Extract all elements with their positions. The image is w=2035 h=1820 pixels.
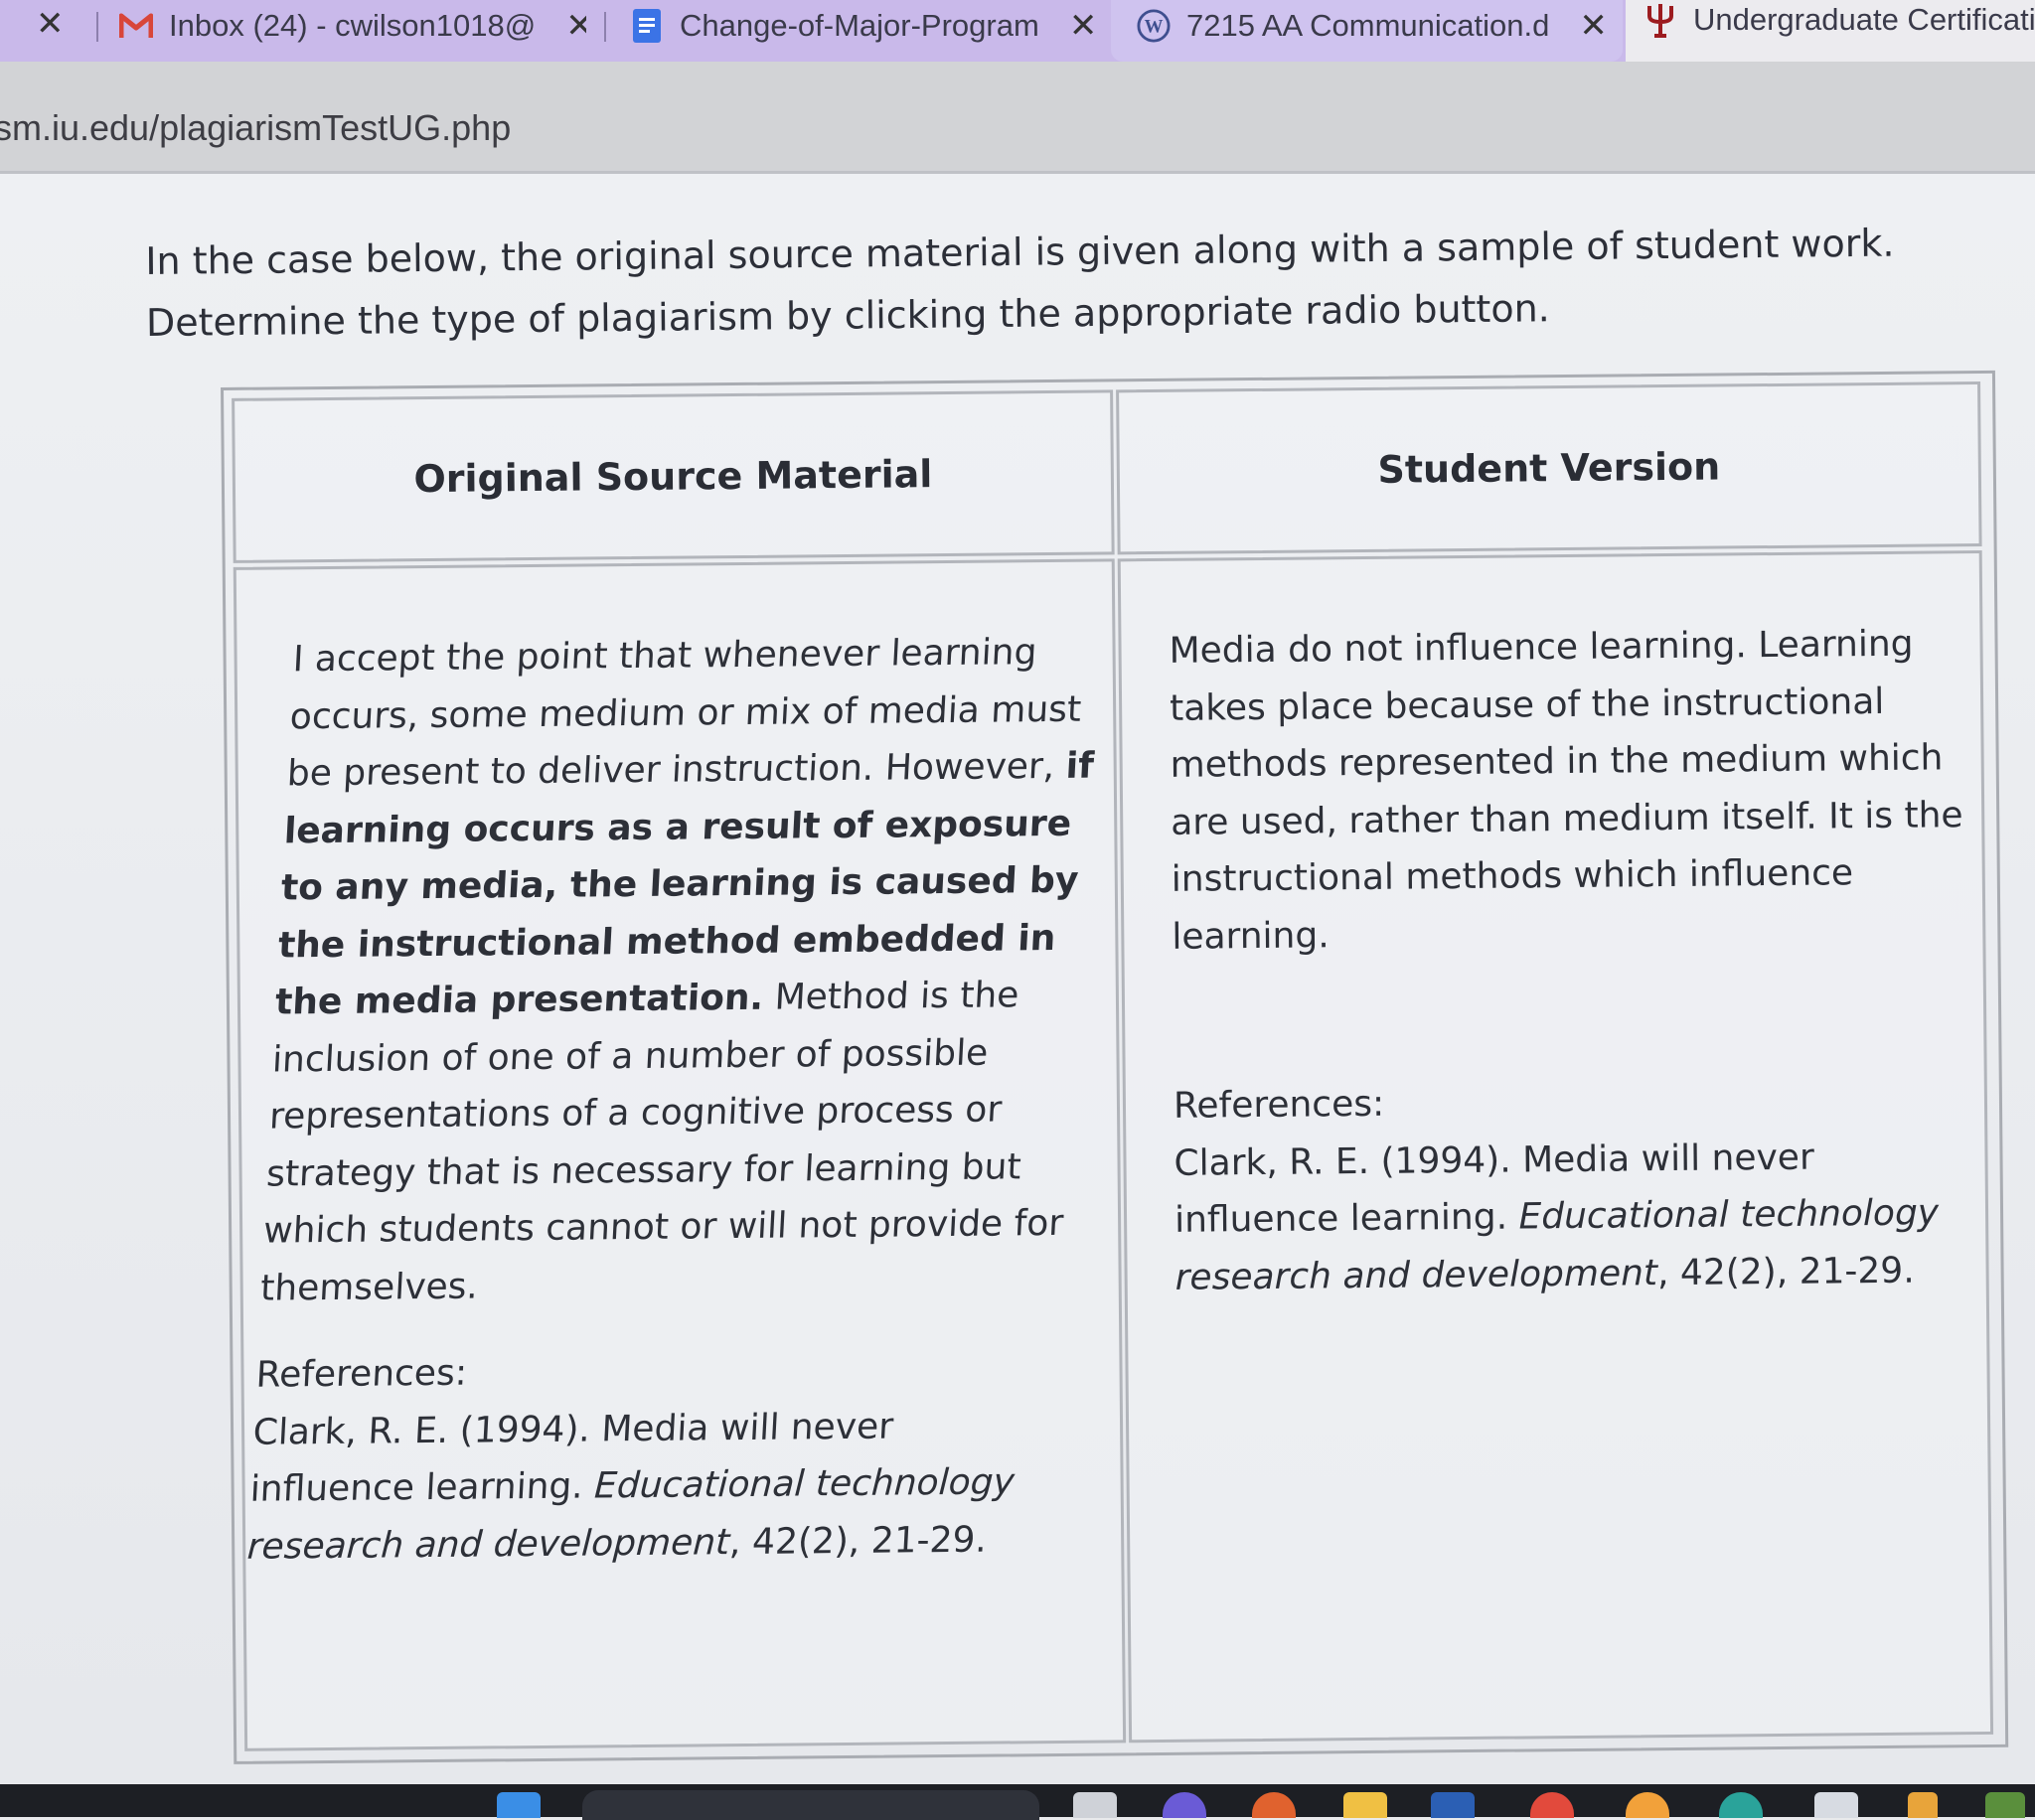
taskbar [0, 1784, 2035, 1820]
tab-title: 7215 AA Communication.d [1186, 8, 1550, 43]
tab-change-of-major[interactable]: Change-of-Major-Program ✕ [630, 0, 1097, 52]
tab-inbox[interactable]: Inbox (24) - cwilson1018@ ✕ [119, 0, 586, 52]
start-icon[interactable] [497, 1792, 541, 1818]
student-version-cell: Media do not influence learning. Learnin… [1117, 549, 1994, 1744]
file-explorer-icon[interactable] [1343, 1792, 1387, 1818]
tab-separator [604, 12, 606, 42]
column-header-original: Original Source Material [413, 452, 933, 502]
task-view-icon[interactable] [1073, 1792, 1117, 1818]
calculator-icon[interactable] [1814, 1792, 1858, 1818]
gmail-icon [119, 9, 153, 43]
original-references: References: Clark, R. E. (1994). Media w… [245, 1339, 1072, 1576]
close-tab-icon[interactable]: ✕ [1069, 6, 1097, 46]
references-label: References: [1173, 1083, 1385, 1127]
svg-text:W: W [1145, 17, 1164, 38]
url-text[interactable]: sm.iu.edu/plagiarismTestUG.php [0, 107, 511, 149]
student-references: References: Clark, R. E. (1994). Media w… [1174, 1070, 1990, 1306]
original-source-text: I accept the point that whenever learnin… [245, 623, 1109, 1575]
student-text-body: Media do not influence learning. Learnin… [1169, 623, 1963, 958]
header-cell-original: Original Source Material [232, 389, 1115, 563]
close-tab-icon[interactable]: ✕ [36, 4, 65, 44]
original-text-intro: I accept the point that whenever learnin… [285, 632, 1083, 795]
close-tab-icon[interactable]: ✕ [565, 6, 586, 46]
taskbar-search[interactable] [582, 1790, 1039, 1820]
reference-volume: , 42(2), 21-29. [728, 1519, 988, 1563]
tab-title: Inbox (24) - cwilson1018@ [169, 8, 537, 43]
iu-trident-icon [1644, 3, 1677, 38]
tab-title: Undergraduate Certificatio [1693, 2, 2035, 37]
instructions: In the case below, the original source m… [145, 212, 1935, 354]
column-header-student: Student Version [1377, 444, 1721, 492]
edge-icon[interactable] [1252, 1792, 1296, 1818]
original-text-continuation: Method is the inclusion of one of a numb… [259, 975, 1065, 1309]
chrome-profile-icon[interactable] [1626, 1792, 1669, 1818]
reference-volume: , 42(2), 21-29. [1656, 1250, 1915, 1293]
case-table: Original Source Material Student Version… [221, 370, 2009, 1764]
chrome-icon[interactable] [1530, 1792, 1574, 1818]
google-docs-icon [630, 9, 664, 43]
tab-separator [96, 12, 98, 42]
student-version-text: Media do not influence learning. Learnin… [1169, 615, 1986, 966]
chart-app-icon[interactable] [1908, 1792, 1938, 1818]
wordpress-icon: W [1137, 9, 1171, 43]
app-icon[interactable] [1719, 1792, 1763, 1818]
close-tab-icon[interactable]: ✕ [1579, 6, 1608, 46]
word-icon[interactable] [1431, 1792, 1475, 1818]
tab-undergraduate-certification[interactable]: Undergraduate Certificatio [1644, 0, 2035, 46]
original-source-cell: I accept the point that whenever learnin… [233, 558, 1127, 1751]
tab-7215-aa-communication[interactable]: W 7215 AA Communication.d ✕ [1137, 0, 1609, 52]
references-label: References: [254, 1352, 468, 1396]
minecraft-icon[interactable] [1985, 1792, 2025, 1818]
header-cell-student: Student Version [1116, 380, 1982, 555]
chat-icon[interactable] [1163, 1792, 1206, 1818]
tab-title: Change-of-Major-Program [680, 8, 1039, 43]
